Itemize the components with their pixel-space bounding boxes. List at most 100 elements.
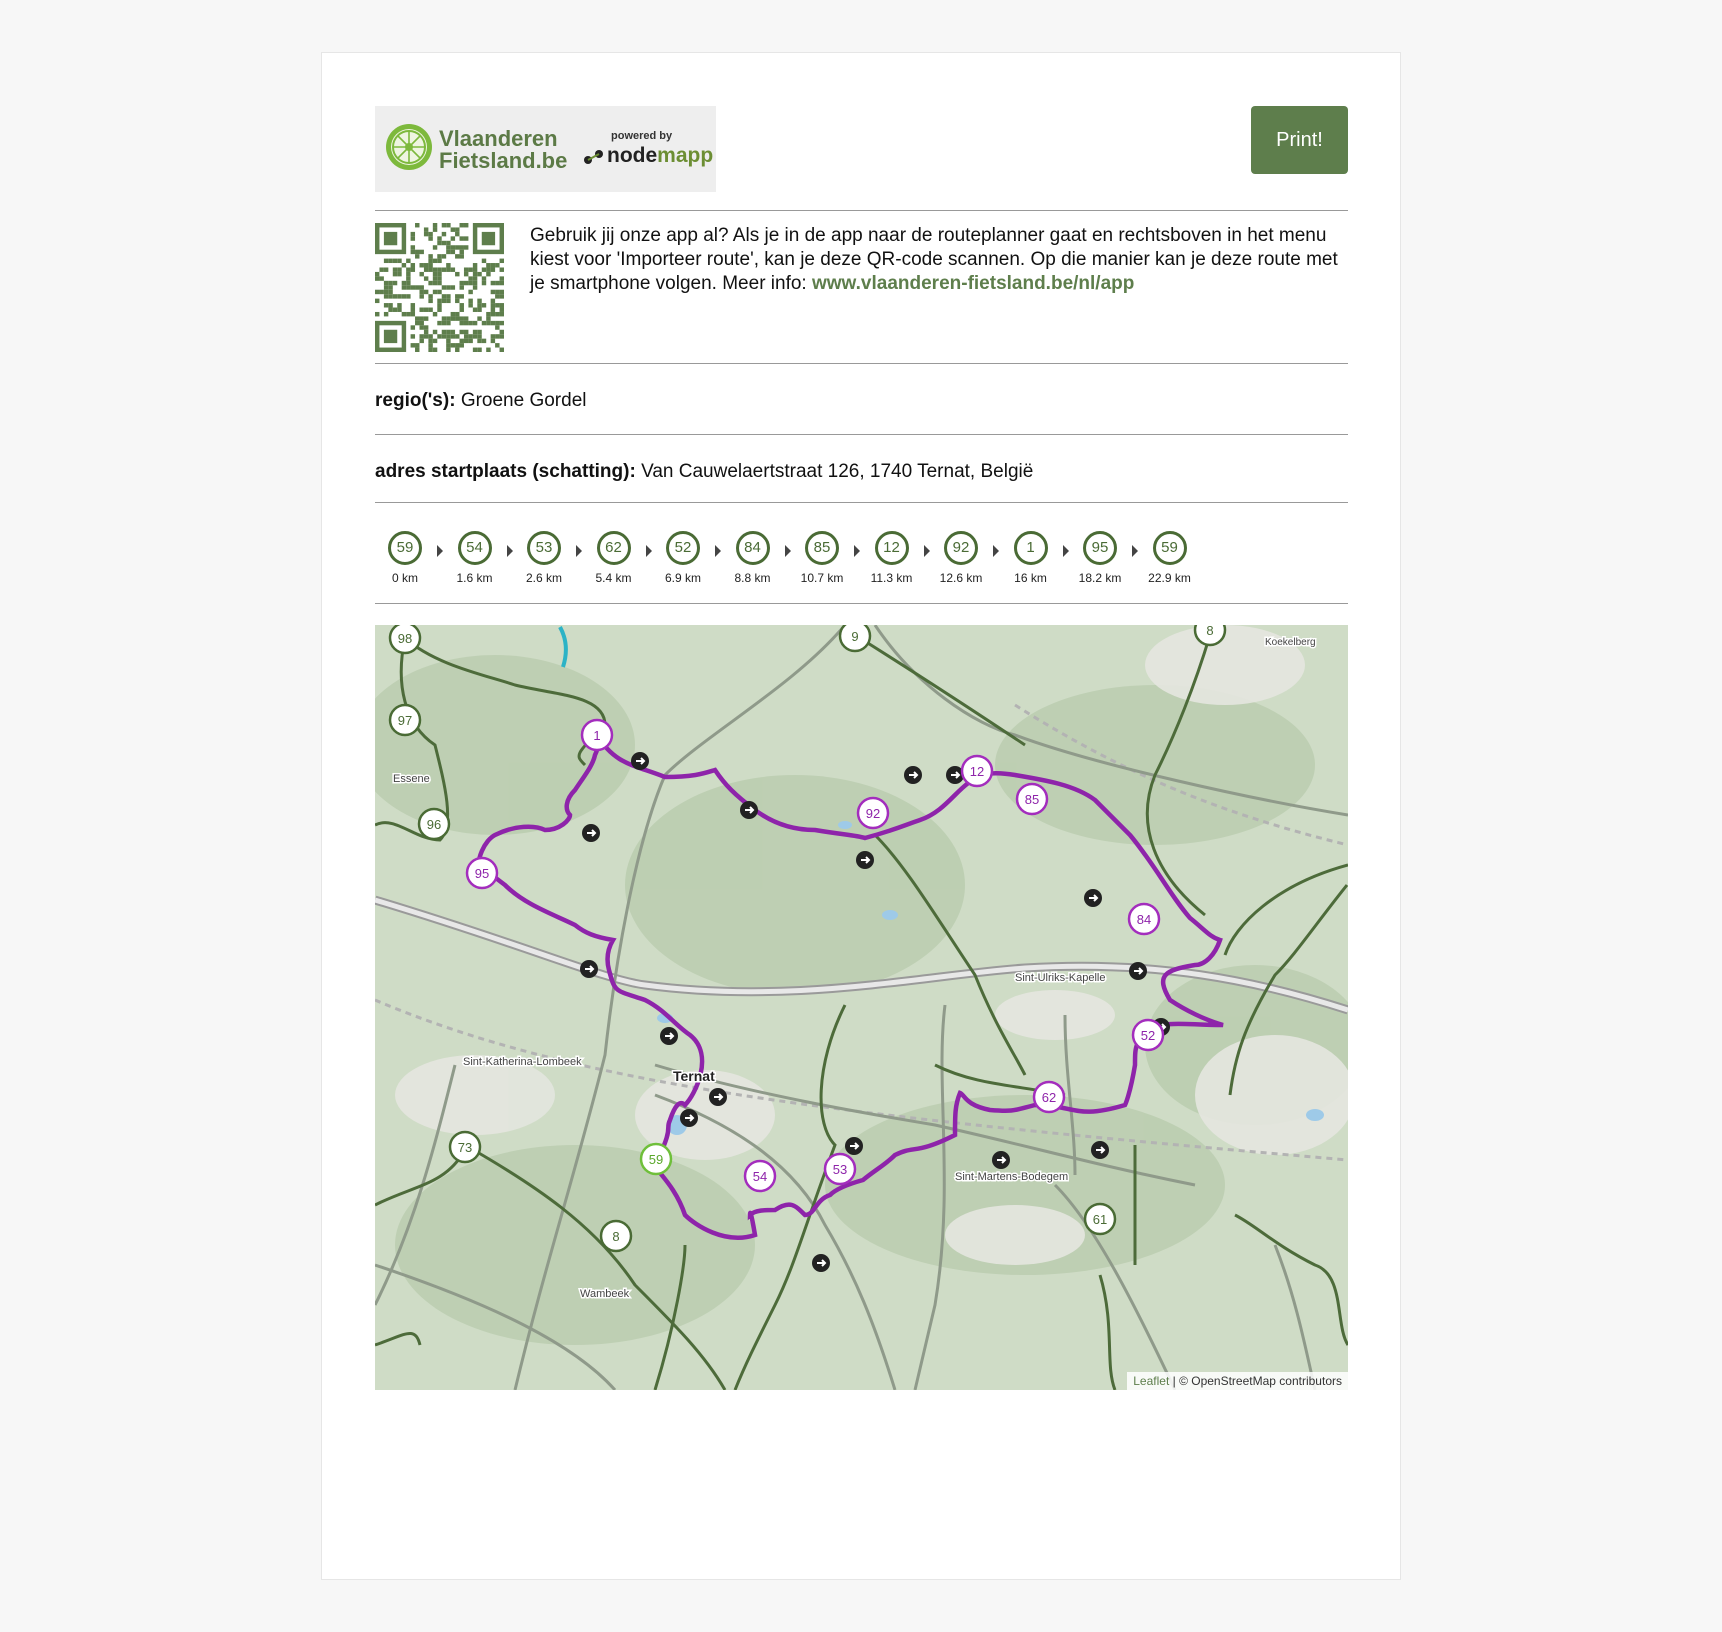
turn-arrow-icon xyxy=(1091,1141,1109,1159)
route-node: 95 18.2 km xyxy=(1070,531,1130,585)
nodemapp-wordmark: nodemapp xyxy=(607,144,713,168)
route-node-marker[interactable]: 1 xyxy=(580,718,614,752)
svg-text:Wambeek: Wambeek xyxy=(580,1288,630,1300)
next-arrow-icon xyxy=(645,545,652,557)
network-node-marker[interactable]: 97 xyxy=(388,703,422,737)
print-button[interactable]: Print! xyxy=(1251,106,1348,174)
route-node-number: 84 xyxy=(735,531,770,565)
start-node-marker[interactable]: 59 xyxy=(639,1142,673,1176)
logo-text: Vlaanderen Fietsland.be xyxy=(439,128,567,172)
map-container[interactable]: 1 95 92 12 85 84 52 62 53 54 59 98 97 96 73 8 9 8 61 Essen… xyxy=(375,625,1348,1390)
network-node-marker[interactable]: 9 xyxy=(838,625,872,653)
route-node: 59 22.9 km xyxy=(1140,531,1200,585)
print-sheet: Vlaanderen Fietsland.be powered by nodem… xyxy=(321,52,1401,1580)
route-node-marker[interactable]: 53 xyxy=(823,1152,857,1186)
next-arrow-icon xyxy=(784,545,791,557)
turn-arrow-icon xyxy=(845,1137,863,1155)
svg-text:9: 9 xyxy=(851,629,858,644)
route-node-distance: 12.6 km xyxy=(939,571,983,585)
route-node-marker[interactable]: 84 xyxy=(1127,902,1161,936)
route-node: 52 6.9 km xyxy=(653,531,713,585)
route-node-marker[interactable]: 95 xyxy=(465,856,499,890)
route-node-distance: 0 km xyxy=(391,571,418,585)
route-node: 12 11.3 km xyxy=(862,531,922,585)
network-node-marker[interactable]: 98 xyxy=(388,625,422,655)
route-node-number: 95 xyxy=(1083,531,1117,565)
svg-text:Essene: Essene xyxy=(393,773,430,785)
network-node-marker[interactable]: 73 xyxy=(448,1130,482,1164)
start-address-label: adres startplaats (schatting): xyxy=(375,461,636,482)
svg-text:98: 98 xyxy=(398,631,412,646)
turn-arrow-icon xyxy=(582,824,600,842)
svg-text:Ternat: Ternat xyxy=(673,1068,715,1084)
route-node: 53 2.6 km xyxy=(514,531,574,585)
svg-text:84: 84 xyxy=(1137,912,1151,927)
start-address-value: Van Cauwelaertstraat 126, 1740 Ternat, B… xyxy=(641,461,1034,482)
route-node-distance: 8.8 km xyxy=(734,571,771,585)
start-address-row: adres startplaats (schatting): Van Cauwe… xyxy=(375,435,1348,502)
svg-text:62: 62 xyxy=(1042,1090,1056,1105)
svg-text:92: 92 xyxy=(866,806,880,821)
route-node-distance: 16 km xyxy=(1014,571,1047,585)
route-node: 59 0 km xyxy=(375,531,435,585)
route-node-distance: 11.3 km xyxy=(870,571,913,585)
svg-text:73: 73 xyxy=(458,1140,472,1155)
network-node-marker[interactable]: 8 xyxy=(1193,625,1227,647)
svg-text:52: 52 xyxy=(1141,1028,1155,1043)
next-arrow-icon xyxy=(437,545,443,557)
route-node-number: 59 xyxy=(1152,531,1187,565)
route-node-marker[interactable]: 52 xyxy=(1131,1018,1165,1052)
nodemapp-icon xyxy=(584,150,603,164)
turn-arrow-icon xyxy=(856,851,874,869)
route-map[interactable]: 1959212858452625354599897967389 861 Essen… xyxy=(375,625,1348,1390)
route-node-number: 59 xyxy=(388,531,422,565)
logo-line-2: Fietsland.be xyxy=(439,148,568,173)
network-node-marker[interactable]: 61 xyxy=(1083,1202,1117,1236)
route-node-marker[interactable]: 92 xyxy=(856,796,890,830)
powered-by-label: powered by xyxy=(611,130,673,142)
route-node-number: 62 xyxy=(596,531,631,565)
svg-text:61: 61 xyxy=(1093,1212,1107,1227)
next-arrow-icon xyxy=(506,545,513,557)
route-node-number: 52 xyxy=(666,531,700,565)
app-info-link[interactable]: www.vlaanderen-fietsland.be/nl/app xyxy=(812,273,1134,294)
route-node-number: 53 xyxy=(527,531,561,565)
route-node: 84 8.8 km xyxy=(723,531,783,585)
route-node: 54 1.6 km xyxy=(445,531,505,585)
route-node-number: 92 xyxy=(944,531,978,565)
route-node-number: 54 xyxy=(457,531,492,565)
next-arrow-icon xyxy=(1062,545,1069,557)
svg-text:Sint-Martens-Bodegem: Sint-Martens-Bodegem xyxy=(955,1171,1068,1183)
route-node-marker[interactable]: 12 xyxy=(960,754,994,788)
next-arrow-icon xyxy=(993,545,999,557)
region-row: regio('s): Groene Gordel xyxy=(375,364,1348,434)
turn-arrow-icon xyxy=(1084,889,1102,907)
route-node-distance: 1.6 km xyxy=(456,571,493,585)
svg-text:54: 54 xyxy=(753,1169,767,1184)
network-node-marker[interactable]: 8 xyxy=(599,1219,633,1253)
vlaanderen-fietsland-logo[interactable]: Vlaanderen Fietsland.be powered by nodem… xyxy=(375,106,716,192)
svg-text:59: 59 xyxy=(649,1152,663,1167)
route-node: 92 12.6 km xyxy=(931,531,991,585)
svg-text:96: 96 xyxy=(427,817,441,832)
route-node-marker[interactable]: 85 xyxy=(1015,782,1049,816)
next-arrow-icon xyxy=(854,545,860,557)
route-node-marker[interactable]: 62 xyxy=(1032,1080,1066,1114)
route-node-number: 1 xyxy=(1013,531,1048,565)
route-node-marker[interactable]: 54 xyxy=(743,1159,777,1193)
route-node: 62 5.4 km xyxy=(584,531,644,585)
route-node-number: 85 xyxy=(805,531,839,565)
svg-text:Sint-Ulriks-Kapelle: Sint-Ulriks-Kapelle xyxy=(1015,972,1105,984)
route-node-distance: 22.9 km xyxy=(1148,571,1191,585)
svg-text:53: 53 xyxy=(833,1162,847,1177)
turn-arrow-icon xyxy=(680,1109,698,1127)
leaflet-link[interactable]: Leaflet xyxy=(1133,1374,1169,1388)
route-node: 85 10.7 km xyxy=(792,531,852,585)
svg-text:97: 97 xyxy=(398,713,412,728)
network-node-marker[interactable]: 96 xyxy=(417,807,451,841)
svg-text:Sint-Katherina-Lombeek: Sint-Katherina-Lombeek xyxy=(463,1056,582,1068)
svg-text:12: 12 xyxy=(970,764,984,779)
svg-text:95: 95 xyxy=(475,866,489,881)
logo-line-1: Vlaanderen xyxy=(439,126,558,151)
qr-section: Gebruik jij onze app al? Als je in de ap… xyxy=(375,211,1348,363)
